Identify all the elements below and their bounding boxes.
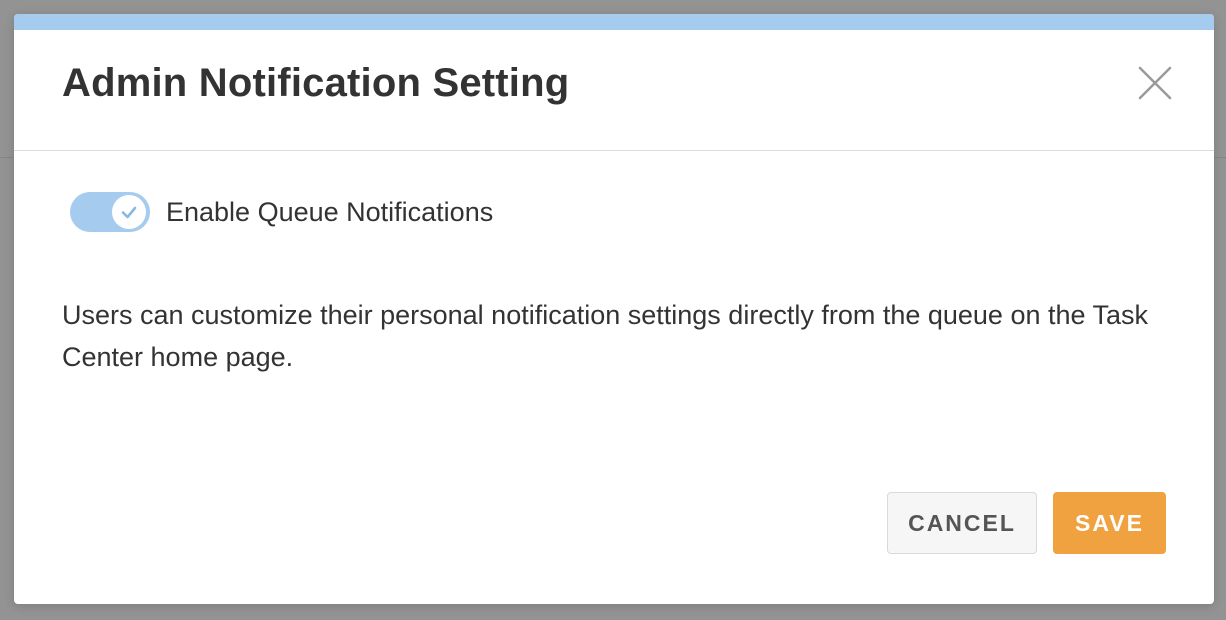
- toggle-label: Enable Queue Notifications: [166, 196, 494, 227]
- close-icon: [1138, 66, 1172, 100]
- check-icon: [121, 206, 137, 219]
- close-button[interactable]: [1135, 63, 1175, 103]
- enable-queue-notifications-toggle[interactable]: [70, 192, 150, 232]
- queue-notifications-setting: Enable Queue Notifications: [70, 192, 493, 232]
- dialog-header: Admin Notification Setting: [14, 30, 1214, 151]
- notification-settings-dialog: Admin Notification Setting Enable Queue …: [14, 14, 1214, 604]
- cancel-button[interactable]: CANCEL: [887, 492, 1037, 554]
- dialog-title: Admin Notification Setting: [62, 61, 570, 105]
- save-button[interactable]: SAVE: [1053, 492, 1166, 554]
- dialog-description: Users can customize their personal notif…: [62, 300, 1149, 372]
- dialog-accent-bar: [14, 14, 1214, 30]
- toggle-knob: [112, 195, 146, 229]
